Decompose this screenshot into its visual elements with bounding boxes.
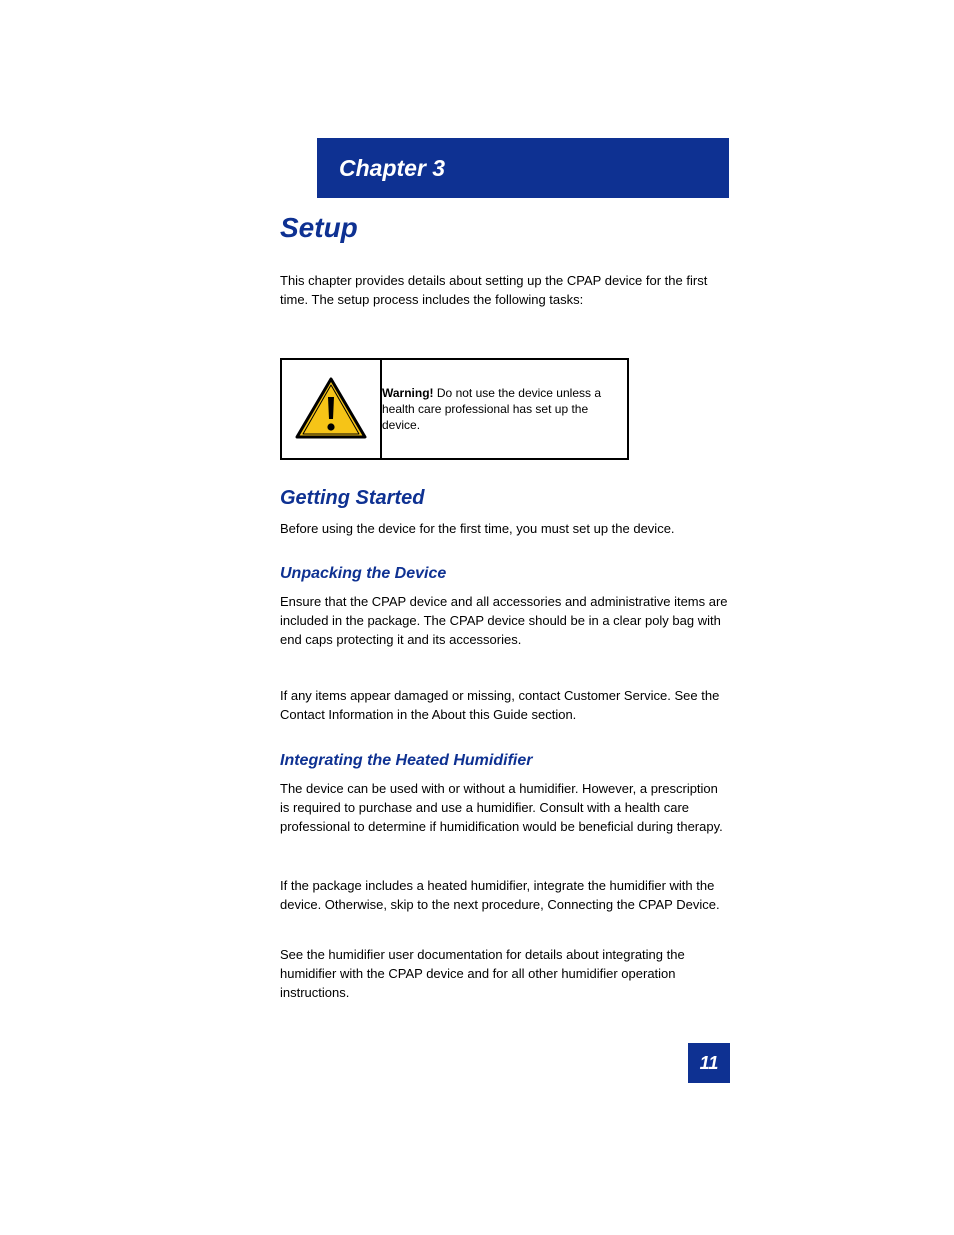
paragraph-humidifier-3: See the humidifier user documentation fo… bbox=[280, 946, 728, 1003]
chapter-title: Setup bbox=[280, 212, 358, 244]
heading-unpacking: Unpacking the Device bbox=[280, 565, 446, 583]
warning-icon bbox=[295, 377, 367, 441]
page-number-value: 11 bbox=[700, 1053, 719, 1074]
heading-getting-started: Getting Started bbox=[280, 487, 424, 510]
paragraph-unpacking-2: If any items appear damaged or missing, … bbox=[280, 687, 728, 725]
paragraph-humidifier-1: The device can be used with or without a… bbox=[280, 780, 728, 837]
paragraph-humidifier-2: If the package includes a heated humidif… bbox=[280, 877, 728, 915]
paragraph-getting-started: Before using the device for the first ti… bbox=[280, 520, 728, 539]
chapter-banner: Chapter 3 bbox=[317, 138, 729, 198]
heading-humidifier: Integrating the Heated Humidifier bbox=[280, 752, 532, 770]
warning-box: Warning! Do not use the device unless a … bbox=[280, 358, 629, 460]
paragraph-unpacking-1: Ensure that the CPAP device and all acce… bbox=[280, 593, 728, 650]
warning-text-cell: Warning! Do not use the device unless a … bbox=[381, 359, 628, 459]
chapter-banner-label: Chapter 3 bbox=[339, 155, 445, 182]
page-number: 11 bbox=[688, 1043, 730, 1083]
intro-paragraph: This chapter provides details about sett… bbox=[280, 272, 728, 310]
warning-label: Warning! bbox=[382, 386, 434, 400]
warning-icon-cell bbox=[281, 359, 381, 459]
